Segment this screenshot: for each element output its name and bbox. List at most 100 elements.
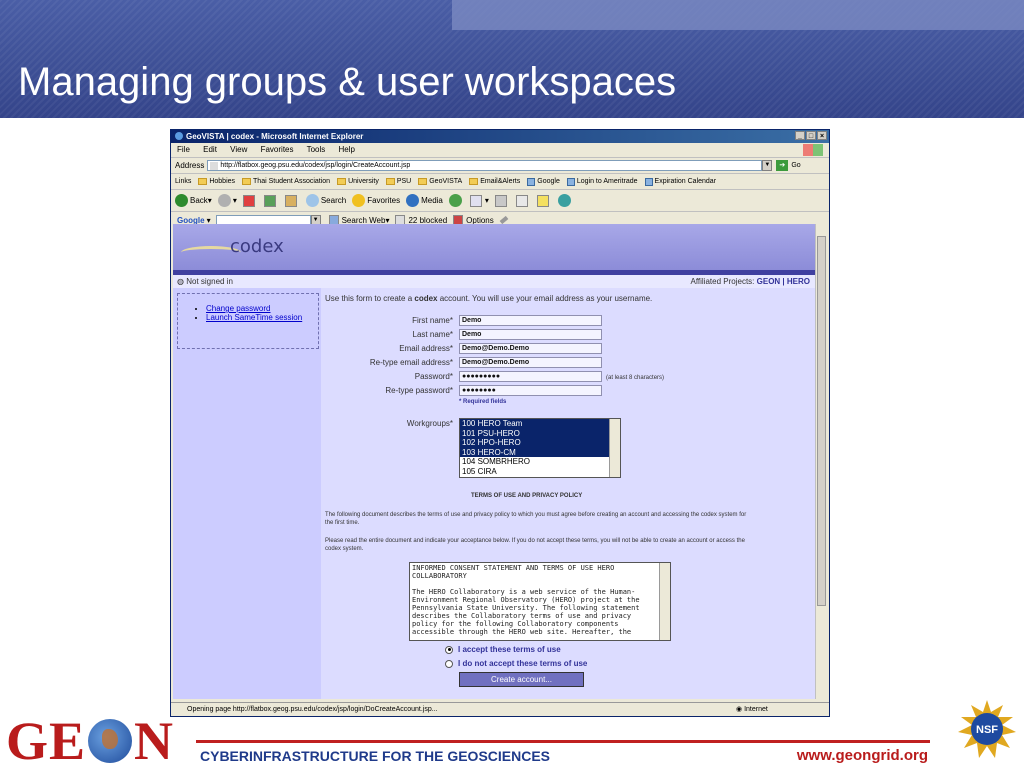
first-name-label: First name*	[412, 316, 453, 325]
email-confirm-label: Re-type email address*	[369, 358, 453, 367]
scrollbar-thumb[interactable]	[817, 236, 826, 606]
signin-status-row: ◍ Not signed in Affiliated Projects: GEO…	[173, 275, 816, 288]
page-icon	[566, 177, 575, 186]
codex-banner: codex	[173, 224, 816, 270]
decline-terms-radio[interactable]: I do not accept these terms of use	[445, 659, 587, 668]
home-button[interactable]	[284, 194, 300, 207]
maximize-button[interactable]: □	[806, 131, 816, 140]
address-input[interactable]: http://flatbox.geog.psu.edu/codex/jsp/lo…	[207, 160, 763, 171]
refresh-button[interactable]	[263, 194, 279, 207]
link-hobbies[interactable]: Hobbies	[198, 178, 235, 185]
print-button[interactable]	[494, 194, 510, 207]
forward-button[interactable]: ▾	[217, 194, 237, 207]
footer-url[interactable]: www.geongrid.org	[797, 747, 928, 764]
link-expiration-calendar[interactable]: Expiration Calendar	[644, 177, 716, 186]
create-account-button[interactable]: Create account...	[459, 672, 584, 687]
email-input[interactable]: Demo@Demo.Demo	[459, 343, 602, 354]
first-name-input[interactable]: Demo	[459, 315, 602, 326]
password-confirm-input[interactable]: ●●●●●●●●	[459, 385, 602, 396]
back-arrow-icon	[175, 194, 188, 207]
side-link-item: Change password	[206, 304, 318, 313]
history-button[interactable]	[448, 194, 464, 207]
accept-terms-radio[interactable]: I accept these terms of use	[445, 645, 561, 654]
close-button[interactable]: ×	[817, 131, 827, 140]
link-psu[interactable]: PSU	[385, 178, 411, 185]
window-title: GeoVISTA | codex - Microsoft Internet Ex…	[186, 132, 364, 141]
search-button[interactable]: Search	[305, 194, 346, 207]
affiliated-projects-list[interactable]: GEON | HERO	[757, 277, 810, 286]
media-icon	[406, 194, 420, 207]
links-bar: Links Hobbies Thai Student Association U…	[171, 174, 829, 190]
standard-toolbar: Back ▾ ▾ Search Favorites Media ▾	[171, 190, 829, 212]
media-button[interactable]: Media	[406, 194, 443, 207]
side-panel: Change password Launch SameTime session	[173, 288, 321, 699]
menu-help[interactable]: Help	[339, 145, 355, 154]
nsf-text: NSF	[976, 724, 998, 736]
address-label: Address	[175, 161, 205, 170]
address-dropdown-icon[interactable]: ▼	[762, 160, 773, 171]
form-intro: Use this form to create a codex account.…	[325, 294, 653, 303]
account-form: Use this form to create a codex account.…	[321, 288, 816, 699]
home-icon	[284, 194, 297, 207]
go-button[interactable]: Go	[791, 162, 800, 169]
password-label: Password*	[414, 372, 453, 381]
back-button[interactable]: Back ▾	[175, 194, 212, 207]
mail-button[interactable]: ▾	[469, 194, 489, 207]
folder-icon	[337, 178, 347, 185]
radio-empty-icon	[445, 659, 453, 668]
radio-selected-icon	[445, 645, 453, 654]
windows-flag-icon	[803, 144, 823, 156]
menu-tools[interactable]: Tools	[307, 145, 326, 154]
link-google[interactable]: Google	[527, 177, 560, 186]
password-input[interactable]: ●●●●●●●●●	[459, 371, 602, 382]
discuss-button[interactable]	[536, 194, 552, 207]
link-login-ameritrade[interactable]: Login to Ameritrade	[566, 177, 638, 186]
header-accent-band	[452, 0, 1024, 30]
link-email-alerts[interactable]: Email&Alerts	[469, 178, 520, 185]
launch-sametime-link[interactable]: Launch SameTime session	[206, 313, 302, 322]
menu-bar: File Edit View Favorites Tools Help	[171, 143, 829, 158]
link-geovista[interactable]: GeoVISTA	[418, 178, 462, 185]
workgroup-option[interactable]: 105 CIRA	[460, 467, 620, 477]
slide-header: Managing groups & user workspaces	[0, 0, 1024, 118]
folder-icon	[198, 178, 208, 185]
page-scrollbar[interactable]	[815, 224, 827, 699]
consent-textarea[interactable]: INFORMED CONSENT STATEMENT AND TERMS OF …	[409, 562, 671, 641]
link-thai-student-association[interactable]: Thai Student Association	[242, 178, 330, 185]
workgroups-listbox[interactable]: 100 HERO Team 101 PSU-HERO 102 HPO-HERO …	[459, 418, 621, 478]
signin-status: Not signed in	[186, 277, 233, 286]
consent-scrollbar[interactable]	[659, 563, 670, 640]
menu-file[interactable]: File	[177, 145, 190, 154]
nsf-logo: NSF	[958, 700, 1016, 758]
email-confirm-input[interactable]: Demo@Demo.Demo	[459, 357, 602, 368]
terms-heading: TERMS OF USE AND PRIVACY POLICY	[471, 493, 583, 499]
change-password-link[interactable]: Change password	[206, 304, 270, 313]
menu-view[interactable]: View	[230, 145, 247, 154]
listbox-scrollbar[interactable]	[609, 419, 620, 477]
workgroup-option[interactable]: 101 PSU-HERO	[460, 428, 620, 438]
favorites-button[interactable]: Favorites	[352, 194, 400, 207]
edit-button[interactable]	[515, 194, 531, 207]
minimize-button[interactable]: _	[795, 131, 805, 140]
signin-status-icon: ◍	[177, 277, 184, 286]
menu-favorites[interactable]: Favorites	[261, 145, 294, 154]
go-arrow-icon[interactable]: ➔	[776, 160, 789, 171]
menu-edit[interactable]: Edit	[203, 145, 217, 154]
page-icon	[644, 177, 653, 186]
password-hint: (at least 8 characters)	[606, 375, 665, 381]
stop-button[interactable]	[242, 194, 258, 207]
refresh-icon	[263, 194, 276, 207]
star-icon	[352, 194, 366, 207]
workgroup-option[interactable]: 103 HERO-CM	[460, 447, 620, 457]
messenger-icon	[557, 194, 571, 207]
last-name-input[interactable]: Demo	[459, 329, 602, 340]
ie-icon	[175, 132, 183, 140]
workgroup-option[interactable]: 102 HPO-HERO	[460, 438, 620, 448]
link-university[interactable]: University	[337, 178, 379, 185]
footer-divider	[196, 740, 930, 743]
workgroup-option[interactable]: 100 HERO Team	[460, 419, 620, 429]
messenger-button[interactable]	[557, 194, 573, 207]
highlighter-button[interactable]	[499, 215, 509, 225]
last-name-label: Last name*	[412, 330, 453, 339]
workgroup-option[interactable]: 104 SOMBRHERO	[460, 457, 620, 467]
